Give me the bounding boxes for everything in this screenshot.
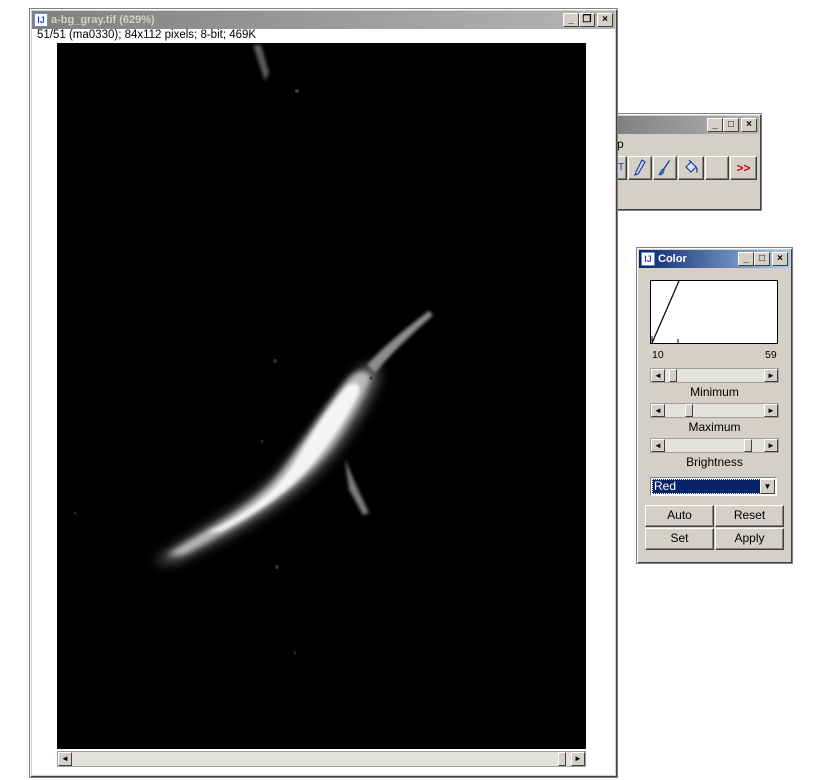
pencil-tool-button[interactable] [628, 156, 652, 180]
image-canvas[interactable] [57, 43, 586, 749]
more-tools-label: >> [736, 161, 751, 175]
maximize-icon[interactable]: □ [723, 118, 739, 132]
color-titlebar[interactable]: IJ Color _ □ × [639, 250, 790, 268]
close-icon[interactable]: × [741, 118, 757, 132]
restore-icon[interactable]: ❐ [579, 13, 595, 27]
auto-button[interactable]: Auto [645, 505, 714, 527]
minimum-increase-button[interactable]: ► [764, 369, 778, 382]
pencil-icon [634, 159, 646, 176]
toolbar-menu-fragment[interactable]: p [617, 137, 624, 151]
imagej-icon: IJ [641, 252, 655, 266]
more-tools-button[interactable]: >> [730, 156, 757, 180]
range-max-label: 59 [765, 349, 777, 361]
channel-select[interactable]: Red ▼ [650, 477, 777, 496]
fill-tool-button[interactable] [678, 156, 704, 180]
image-window-title: a-bg_gray.tif (629%) [51, 14, 155, 26]
imagej-icon: IJ [34, 13, 48, 27]
maximum-decrease-button[interactable]: ◄ [651, 404, 665, 417]
chevron-down-icon[interactable]: ▼ [760, 479, 775, 494]
brush-tool-button[interactable] [653, 156, 677, 180]
toolbar-buttons: T >> [615, 156, 757, 180]
minimum-slider-thumb[interactable] [669, 369, 677, 382]
minimum-slider[interactable]: ◄ ► [650, 368, 779, 383]
image-info-text: 51/51 (ma0330); 84x112 pixels; 8-bit; 46… [37, 29, 257, 41]
reset-button[interactable]: Reset [715, 505, 784, 527]
scroll-right-button[interactable]: ► [571, 752, 585, 766]
maximum-slider[interactable]: ◄ ► [650, 403, 779, 418]
image-titlebar[interactable]: IJ a-bg_gray.tif (629%) _ ❐ × [32, 11, 615, 29]
toolbar-window-controls: _ □ × [707, 118, 757, 132]
minimize-icon[interactable]: _ [738, 252, 754, 266]
maximum-increase-button[interactable]: ► [764, 404, 778, 417]
range-min-label: 10 [652, 349, 664, 361]
paint-bucket-icon [685, 159, 698, 173]
brightness-label: Brightness [686, 455, 743, 469]
minimum-label: Minimum [690, 385, 739, 399]
maximum-label: Maximum [688, 420, 741, 434]
color-window: IJ Color _ □ × 10 59 ◄ ► Minimum ◄ ► Max… [636, 247, 793, 564]
toolbar-titlebar[interactable]: _ □ × [615, 116, 759, 134]
toolbar-window: _ □ × p T >> [614, 113, 762, 211]
scroll-thumb[interactable] [558, 752, 566, 766]
image-window-controls: _ ❐ × [563, 13, 613, 27]
color-window-controls: _ □ × [738, 252, 788, 266]
scroll-left-button[interactable]: ◄ [58, 752, 72, 766]
apply-button[interactable]: Apply [715, 528, 784, 550]
brightness-increase-button[interactable]: ► [764, 439, 778, 452]
image-horizontal-scrollbar[interactable]: ◄ ► [57, 751, 586, 767]
brush-icon [658, 160, 670, 176]
close-icon[interactable]: × [597, 13, 613, 27]
image-window: IJ a-bg_gray.tif (629%) _ ❐ × 51/51 (ma0… [29, 8, 618, 778]
maximize-icon[interactable]: □ [754, 252, 770, 266]
minimize-icon[interactable]: _ [563, 13, 579, 27]
minimize-icon[interactable]: _ [707, 118, 723, 132]
channel-select-value: Red [652, 479, 761, 494]
histogram-plot [650, 280, 778, 344]
text-tool-icon: T [617, 162, 625, 173]
empty-tool-slot[interactable] [705, 156, 729, 180]
brightness-decrease-button[interactable]: ◄ [651, 439, 665, 452]
set-button[interactable]: Set [645, 528, 714, 550]
minimum-decrease-button[interactable]: ◄ [651, 369, 665, 382]
image-panel: ◄ ► [32, 43, 615, 775]
brightness-slider-thumb[interactable] [744, 439, 752, 452]
color-window-title: Color [658, 253, 687, 265]
image-info-bar: 51/51 (ma0330); 84x112 pixels; 8-bit; 46… [32, 29, 615, 43]
close-icon[interactable]: × [772, 252, 788, 266]
maximum-slider-thumb[interactable] [685, 404, 693, 417]
brightness-slider[interactable]: ◄ ► [650, 438, 779, 453]
